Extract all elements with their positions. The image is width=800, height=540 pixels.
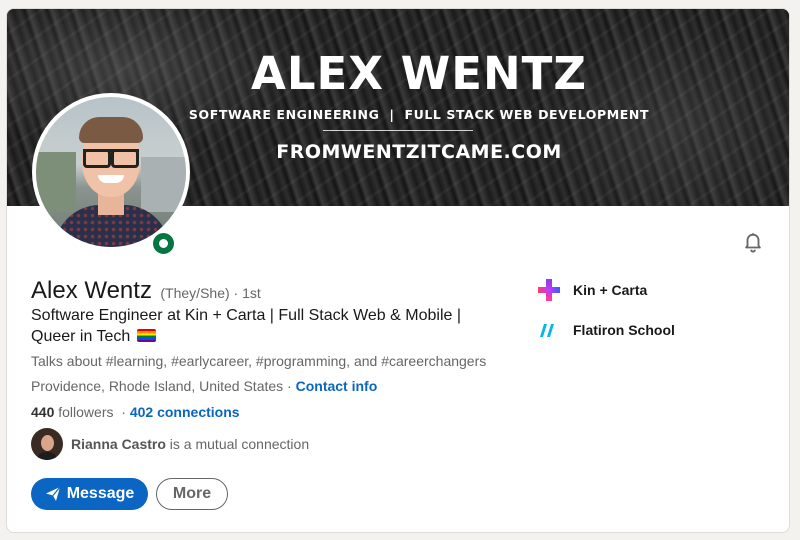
contact-info-link[interactable]: Contact info <box>296 378 378 394</box>
org-kin-carta[interactable]: Kin + Carta <box>537 278 647 302</box>
location: Providence, Rhode Island, United States <box>31 378 284 394</box>
mutual-name[interactable]: Rianna Castro <box>71 436 166 452</box>
profile-name: Alex Wentz <box>31 277 152 304</box>
location-separator: · <box>283 378 296 394</box>
connections-separator: · <box>113 404 130 420</box>
message-button-label: Message <box>66 485 135 502</box>
profile-card: ALEX WENTZ SOFTWARE ENGINEERING | FULL S… <box>6 8 790 533</box>
photo-building <box>141 157 186 212</box>
mutual-suffix: is a mutual connection <box>165 435 310 452</box>
paper-plane-icon <box>45 486 61 501</box>
connections-link[interactable]: 402 connections <box>130 404 240 420</box>
mutual-avatar[interactable] <box>31 427 63 460</box>
photo-hair <box>79 117 143 143</box>
profile-headline: Software Engineer at Kin + Carta | Full … <box>31 305 481 347</box>
connection-degree: · 1st <box>229 285 261 301</box>
followers-label: followers <box>54 404 114 420</box>
mutual-connection-text: Rianna Castro is a mutual connection <box>71 436 309 452</box>
online-status-icon <box>150 230 177 257</box>
photo-smile <box>98 175 124 183</box>
banner-divider <box>323 130 473 131</box>
org-name: Flatiron School <box>573 322 675 338</box>
more-button[interactable]: More <box>156 478 228 510</box>
mutual-connection[interactable]: Rianna Castro is a mutual connection <box>31 427 309 460</box>
banner-title: ALEX WENTZ <box>251 47 587 100</box>
followers-row: 440 followers · 402 connections <box>31 404 240 420</box>
photo-tree <box>36 152 76 212</box>
talks-about: Talks about #learning, #earlycareer, #pr… <box>31 353 487 369</box>
photo-glasses <box>83 149 139 168</box>
message-button[interactable]: Message <box>31 478 148 510</box>
more-button-label: More <box>172 485 212 502</box>
followers-count: 440 <box>31 404 55 420</box>
flatiron-logo-icon <box>540 324 554 337</box>
location-row: Providence, Rhode Island, United States … <box>31 378 377 394</box>
org-name: Kin + Carta <box>573 282 648 298</box>
name-row: Alex Wentz (They/She) · 1st <box>31 277 261 305</box>
profile-avatar[interactable] <box>32 93 190 251</box>
bell-icon[interactable] <box>742 231 764 253</box>
kin-carta-logo-icon <box>538 279 560 301</box>
org-flatiron[interactable]: Flatiron School <box>537 318 675 342</box>
profile-photo <box>36 97 186 247</box>
pronouns: (They/She) <box>160 285 230 301</box>
headline-text: Software Engineer at Kin + Carta | Full … <box>31 307 461 345</box>
pride-flag-icon <box>136 329 156 342</box>
